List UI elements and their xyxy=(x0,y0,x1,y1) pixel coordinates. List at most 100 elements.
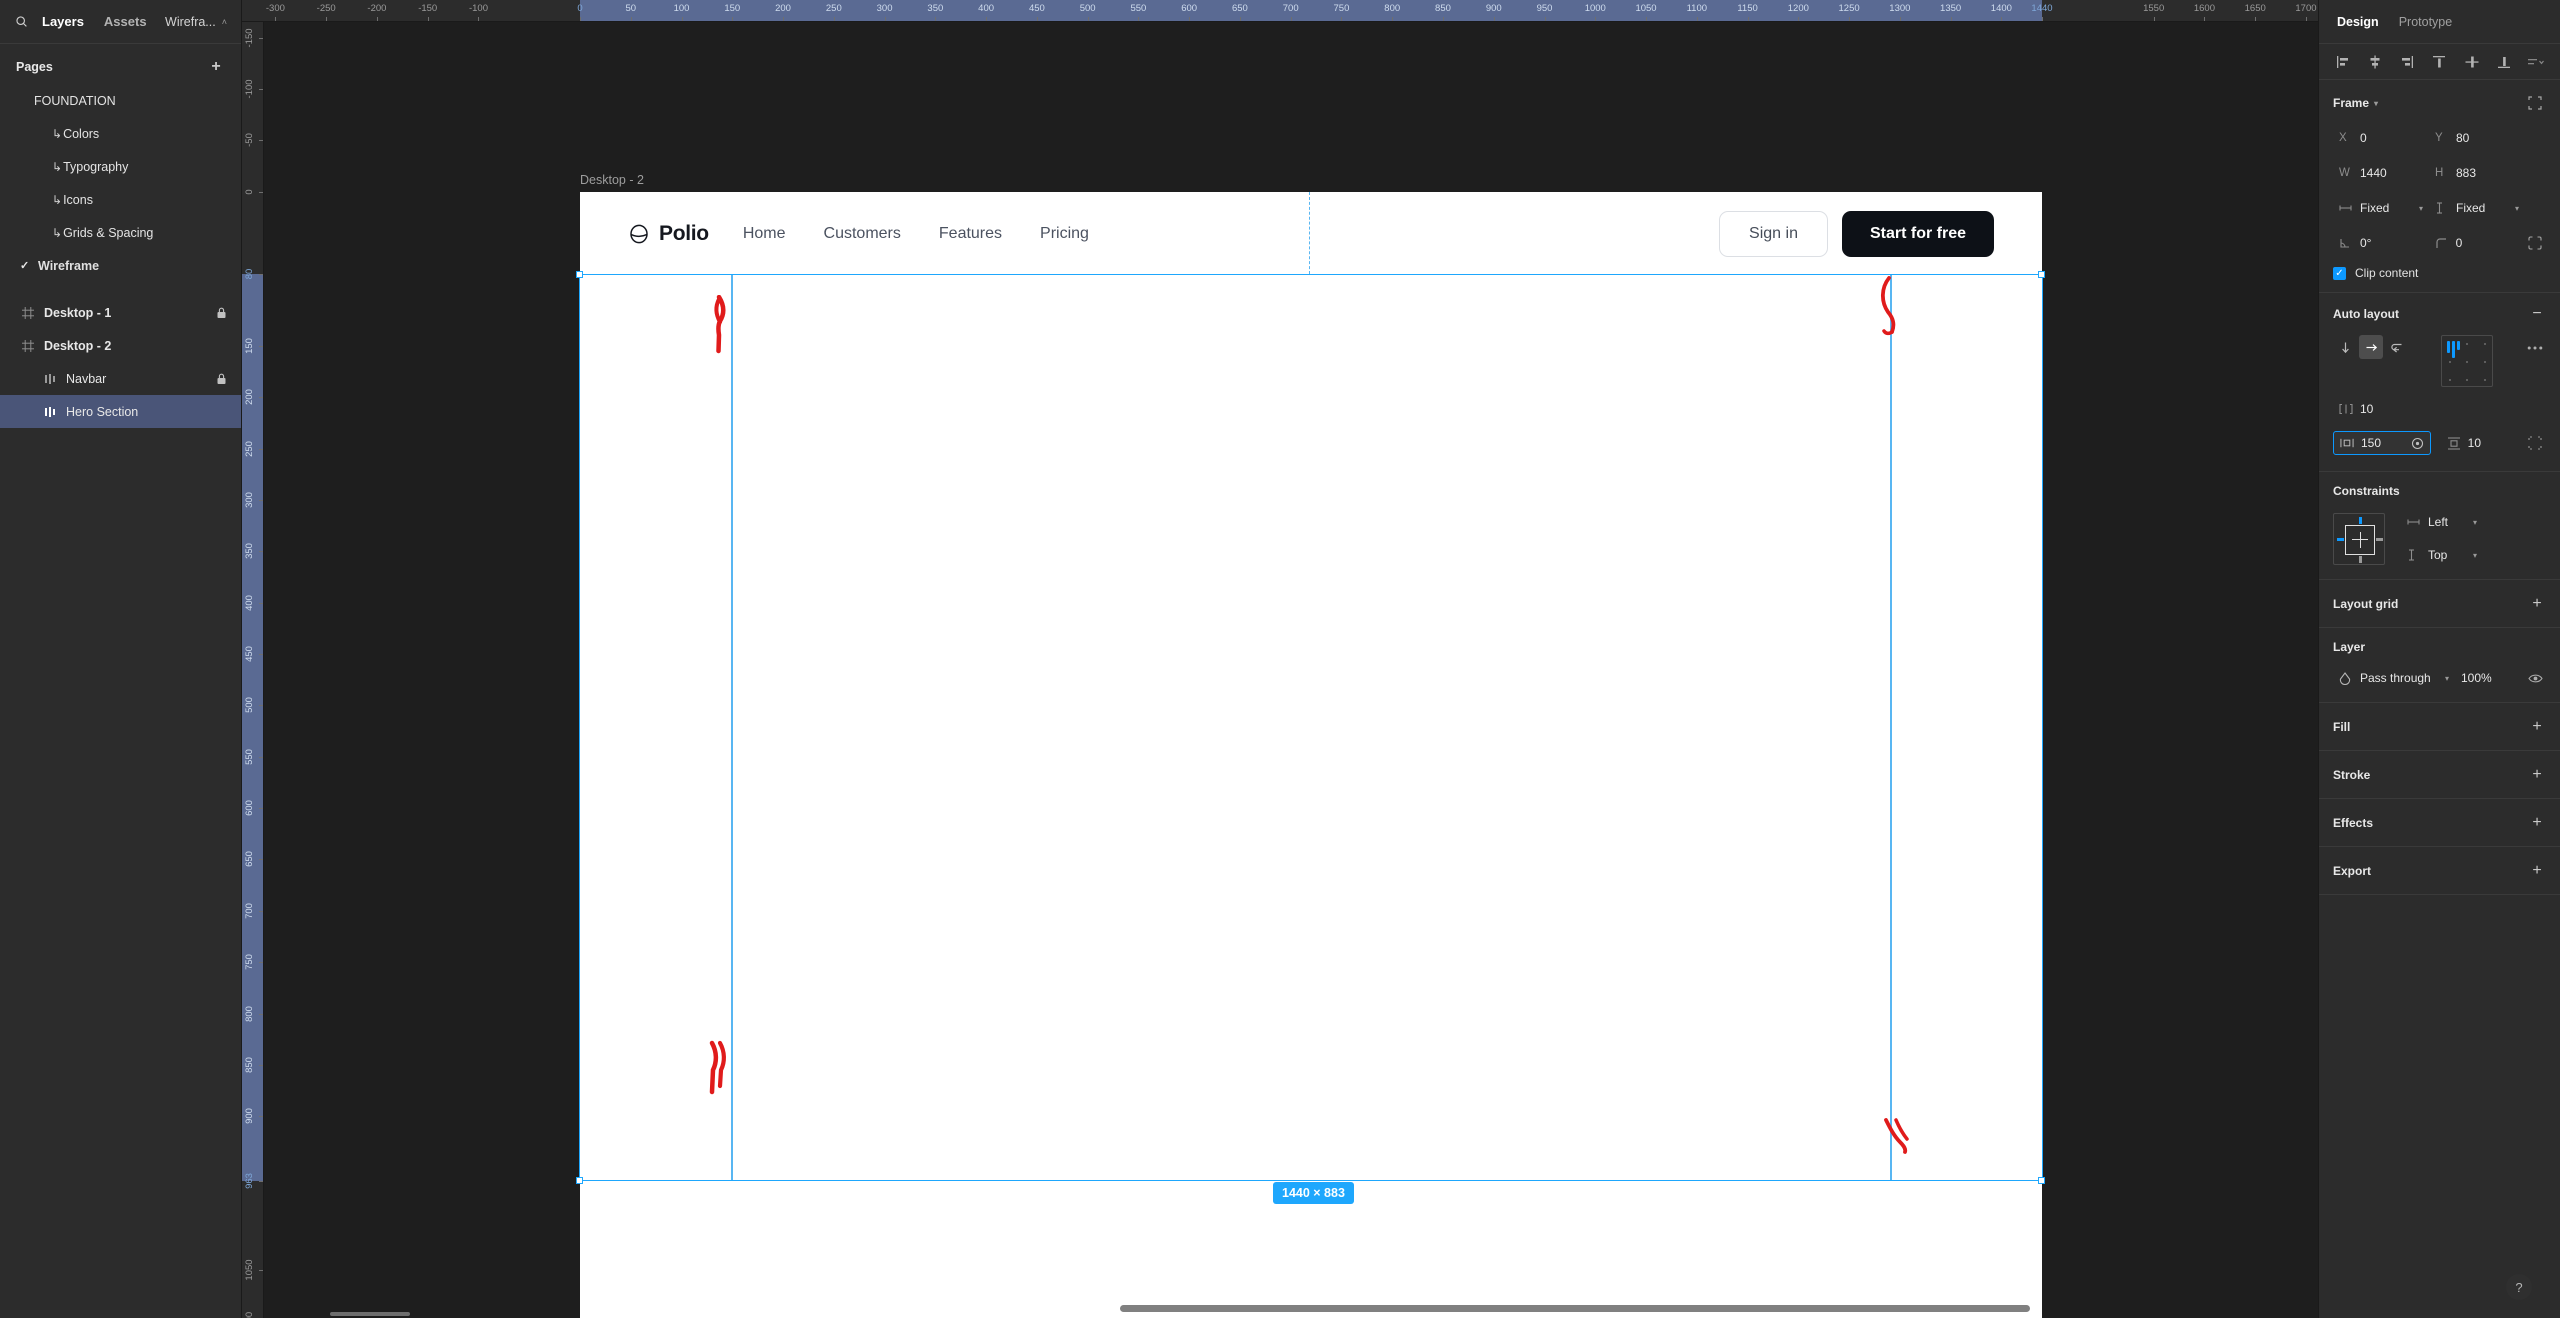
width-resizing-value: Fixed xyxy=(2360,201,2390,215)
opacity-value[interactable]: 100% xyxy=(2461,671,2492,685)
chevron-down-icon: ▾ xyxy=(2472,550,2477,560)
arrow-right-icon[interactable] xyxy=(2359,335,2383,359)
ruler-tick-label: 1050 xyxy=(1635,3,1657,14)
search-icon[interactable] xyxy=(10,11,32,33)
horizontal-constraint-dropdown[interactable]: Left ▾ xyxy=(2401,510,2483,534)
frame-section: Frame ▾ X 0 Y 80 W 1440 H 883 Fixed ▾ Fi… xyxy=(2319,80,2560,293)
hero-section-frame[interactable] xyxy=(580,275,2042,1180)
add-fill-button[interactable]: + xyxy=(2528,718,2546,736)
selection-handle-tr[interactable] xyxy=(2038,271,2045,278)
layer-row-navbar[interactable]: Navbar xyxy=(0,362,241,395)
tab-layers[interactable]: Layers xyxy=(32,0,94,44)
ruler-tick-label: 250 xyxy=(244,440,255,457)
lock-icon[interactable] xyxy=(216,373,227,385)
nav-link-features[interactable]: Features xyxy=(939,225,1002,243)
constraints-pad[interactable] xyxy=(2333,512,2385,565)
ruler-tick-mark xyxy=(376,17,378,21)
artboard-desktop-2[interactable]: Polio Home Customers Features Pricing Si… xyxy=(580,192,2042,1318)
align-horizontal-center-icon[interactable] xyxy=(2365,52,2385,72)
page-item-foundation[interactable]: FOUNDATION xyxy=(0,84,241,117)
clip-content-row[interactable]: ✓ Clip content xyxy=(2333,266,2546,280)
align-right-icon[interactable] xyxy=(2397,52,2417,72)
vertical-constraint-icon xyxy=(2407,549,2421,561)
more-options-icon[interactable] xyxy=(2524,337,2546,359)
height-field[interactable]: H 883 xyxy=(2429,161,2525,185)
nav-link-pricing[interactable]: Pricing xyxy=(1040,225,1089,243)
brand-logo[interactable]: Polio xyxy=(628,222,709,246)
height-resizing-dropdown[interactable]: Fixed ▾ xyxy=(2429,196,2525,220)
page-item-icons[interactable]: ↳ Icons xyxy=(0,183,241,216)
ruler-tick-label: 650 xyxy=(244,851,255,868)
selection-handle-br[interactable] xyxy=(2038,1177,2045,1184)
stroke-include-icon[interactable] xyxy=(2525,432,2546,454)
padding-detail-icon[interactable] xyxy=(2411,437,2424,450)
eye-icon[interactable] xyxy=(2524,667,2546,689)
add-layout-grid-button[interactable]: + xyxy=(2528,595,2546,613)
export-section: Export + xyxy=(2319,847,2560,895)
tab-prototype[interactable]: Prototype xyxy=(2399,15,2453,29)
width-field[interactable]: W 1440 xyxy=(2333,161,2429,185)
ruler-highlight-vertical xyxy=(242,274,263,1181)
corner-radius-field[interactable]: 0 xyxy=(2429,231,2525,255)
independent-corners-icon[interactable] xyxy=(2524,232,2546,254)
horizontal-scrollbar-thumb[interactable] xyxy=(1120,1305,2030,1312)
layer-row-desktop-1[interactable]: Desktop - 1 xyxy=(0,296,241,329)
frame-section-title-group[interactable]: Frame ▾ xyxy=(2333,96,2378,110)
ruler-tick-label: 1550 xyxy=(2143,3,2165,14)
x-field[interactable]: X 0 xyxy=(2333,126,2429,150)
expand-icon[interactable] xyxy=(2524,92,2546,114)
vertical-constraint-dropdown[interactable]: Top ▾ xyxy=(2401,543,2483,567)
lock-icon[interactable] xyxy=(216,307,227,319)
constraints-title: Constraints xyxy=(2333,484,2400,498)
selection-handle-bl[interactable] xyxy=(576,1177,583,1184)
selection-handle-tl[interactable] xyxy=(576,271,583,278)
rotation-field[interactable]: 0° xyxy=(2333,231,2429,255)
align-vertical-center-icon[interactable] xyxy=(2462,52,2482,72)
horizontal-padding-field[interactable]: 150 xyxy=(2333,431,2431,455)
y-field[interactable]: Y 80 xyxy=(2429,126,2525,150)
ruler-tick-label: 800 xyxy=(244,1005,255,1022)
arrow-down-icon[interactable] xyxy=(2333,335,2357,359)
page-item-grids-spacing[interactable]: ↳ Grids & Spacing xyxy=(0,216,241,249)
clip-content-checkbox[interactable]: ✓ xyxy=(2333,266,2346,280)
file-name-tab[interactable]: Wirefra... ˄ xyxy=(165,15,231,29)
horizontal-scrollbar-thumb-secondary[interactable] xyxy=(330,1312,410,1316)
tab-design[interactable]: Design xyxy=(2337,15,2379,29)
distribute-more-icon[interactable] xyxy=(2526,52,2546,72)
width-resizing-dropdown[interactable]: Fixed ▾ xyxy=(2333,196,2429,220)
add-page-button[interactable]: + xyxy=(207,58,225,76)
sign-in-button[interactable]: Sign in xyxy=(1719,210,1828,257)
page-item-wireframe[interactable]: ✓ Wireframe xyxy=(0,249,241,282)
page-item-typography[interactable]: ↳ Typography xyxy=(0,150,241,183)
add-stroke-button[interactable]: + xyxy=(2528,766,2546,784)
autolayout-icon xyxy=(44,406,56,418)
ruler-tick-mark xyxy=(681,17,683,21)
wrap-icon[interactable] xyxy=(2385,335,2409,359)
layer-row-desktop-2[interactable]: Desktop - 2 xyxy=(0,329,241,362)
constraints-section: Constraints Left ▾ Top ▾ xyxy=(2319,472,2560,580)
blend-mode-dropdown[interactable]: Pass through ▾ xyxy=(2333,666,2455,690)
ruler-tick-label: 1600 xyxy=(2193,3,2216,14)
remove-auto-layout-button[interactable]: − xyxy=(2528,305,2546,323)
auto-layout-alignment-pad[interactable] xyxy=(2441,335,2493,387)
nav-link-home[interactable]: Home xyxy=(743,225,786,243)
rotation-icon xyxy=(2339,237,2353,249)
item-spacing-field[interactable]: 10 xyxy=(2333,397,2429,421)
ruler-tick-mark xyxy=(259,37,263,39)
tab-assets[interactable]: Assets xyxy=(94,0,157,44)
start-for-free-button[interactable]: Start for free xyxy=(1841,210,1994,257)
ruler-tick-mark xyxy=(2204,17,2206,21)
vertical-padding-field[interactable]: 10 xyxy=(2441,431,2525,455)
add-effect-button[interactable]: + xyxy=(2528,814,2546,832)
align-bottom-icon[interactable] xyxy=(2494,52,2514,72)
add-export-button[interactable]: + xyxy=(2528,862,2546,880)
align-left-icon[interactable] xyxy=(2333,52,2353,72)
frame-name-label[interactable]: Desktop - 2 xyxy=(580,173,644,187)
nav-link-customers[interactable]: Customers xyxy=(824,225,901,243)
navbar-component[interactable]: Polio Home Customers Features Pricing Si… xyxy=(580,192,2042,275)
width-label: W xyxy=(2339,167,2350,179)
layer-row-hero-section[interactable]: Hero Section xyxy=(0,395,241,428)
help-button[interactable]: ? xyxy=(2506,1274,2532,1300)
page-item-colors[interactable]: ↳ Colors xyxy=(0,117,241,150)
align-top-icon[interactable] xyxy=(2429,52,2449,72)
